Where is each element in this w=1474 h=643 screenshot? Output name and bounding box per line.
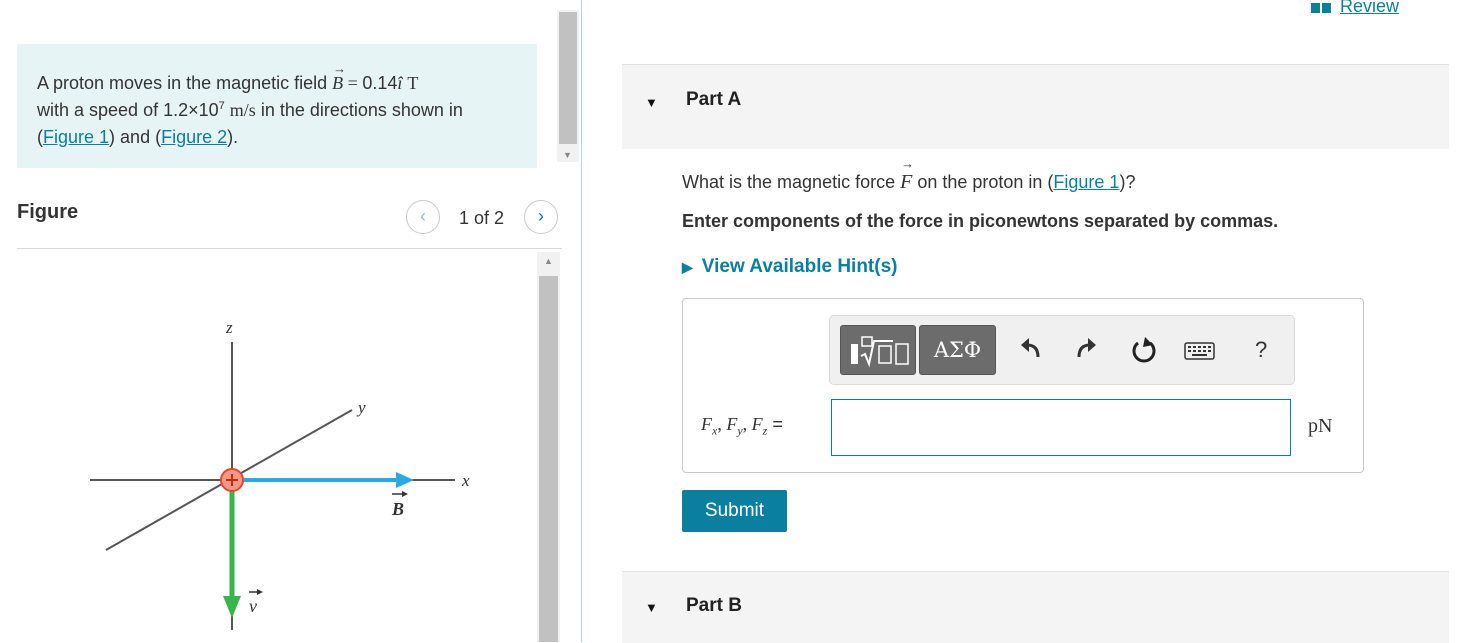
- problem-scrollbar[interactable]: ▼: [557, 10, 579, 162]
- math-toolbar: ΑΣΦ ?: [829, 315, 1295, 385]
- pane-divider[interactable]: [581, 0, 582, 642]
- y-axis-label: y: [356, 398, 366, 417]
- velocity-label-vector-head: [257, 589, 263, 595]
- part-b-label: Part B: [686, 595, 742, 616]
- part-b-header[interactable]: ▼ Part B: [622, 571, 1449, 643]
- templates-button[interactable]: [840, 325, 916, 375]
- keyboard-icon[interactable]: [1184, 340, 1216, 362]
- z-axis-label: z: [225, 318, 233, 337]
- view-hints-link[interactable]: ▶ View Available Hint(s): [682, 256, 897, 278]
- undo-icon[interactable]: [1018, 335, 1044, 365]
- fz-label: Fz: [751, 414, 768, 438]
- part-a-header[interactable]: ▼ Part A: [622, 64, 1449, 149]
- equals-sign: =: [767, 414, 783, 434]
- greek-symbols-button[interactable]: ΑΣΦ: [919, 325, 996, 375]
- question-post: )?: [1119, 172, 1136, 192]
- part-a-label: Part A: [686, 89, 742, 110]
- answer-label: Fx, Fy, Fz =: [701, 414, 783, 439]
- force-symbol: F: [900, 156, 912, 194]
- submit-button[interactable]: Submit: [682, 490, 787, 532]
- figure-scrollbar[interactable]: ▲: [537, 252, 560, 642]
- scroll-up-arrow-icon[interactable]: ▲: [544, 256, 553, 266]
- sep-1: ,: [717, 414, 727, 434]
- scrollbar-thumb[interactable]: [559, 12, 577, 144]
- field-label-vector-head: [402, 491, 408, 497]
- instruction-text: Enter components of the force in piconew…: [682, 211, 1279, 231]
- book-icon: [1311, 0, 1333, 13]
- velocity-label: v: [249, 596, 257, 616]
- review-link[interactable]: Review: [1340, 0, 1399, 17]
- sep-2: ,: [742, 414, 752, 434]
- field-arrowhead: [396, 472, 414, 488]
- scroll-down-arrow-icon[interactable]: ▼: [563, 150, 572, 160]
- answer-box: ΑΣΦ ? Fx, Fy, Fz = pN: [682, 298, 1364, 473]
- answer-input[interactable]: [831, 399, 1291, 456]
- question-text: What is the magnetic force F on the prot…: [682, 156, 1136, 194]
- field-label: B: [391, 499, 404, 519]
- reset-icon[interactable]: [1130, 335, 1158, 365]
- fy-label: Fy: [726, 414, 743, 438]
- figure-diagram: z y x B v: [90, 318, 470, 630]
- collapse-caret-icon[interactable]: ▼: [645, 600, 658, 615]
- collapse-caret-icon[interactable]: ▼: [645, 95, 658, 110]
- redo-icon[interactable]: [1073, 335, 1099, 365]
- fx-label: Fx: [701, 414, 718, 438]
- expand-triangle-icon: ▶: [682, 259, 693, 275]
- hints-label: View Available Hint(s): [701, 256, 898, 277]
- templates-icon: [851, 336, 909, 368]
- velocity-arrowhead: [223, 596, 241, 618]
- question-mid: on the proton in (: [912, 172, 1054, 192]
- x-axis-label: x: [461, 471, 470, 490]
- unit-label: pN: [1308, 415, 1333, 437]
- question-pre: What is the magnetic force: [682, 172, 901, 192]
- question-figure-1-link[interactable]: Figure 1: [1053, 172, 1119, 192]
- help-button[interactable]: ?: [1255, 337, 1267, 363]
- figure-scrollbar-thumb[interactable]: [539, 276, 558, 642]
